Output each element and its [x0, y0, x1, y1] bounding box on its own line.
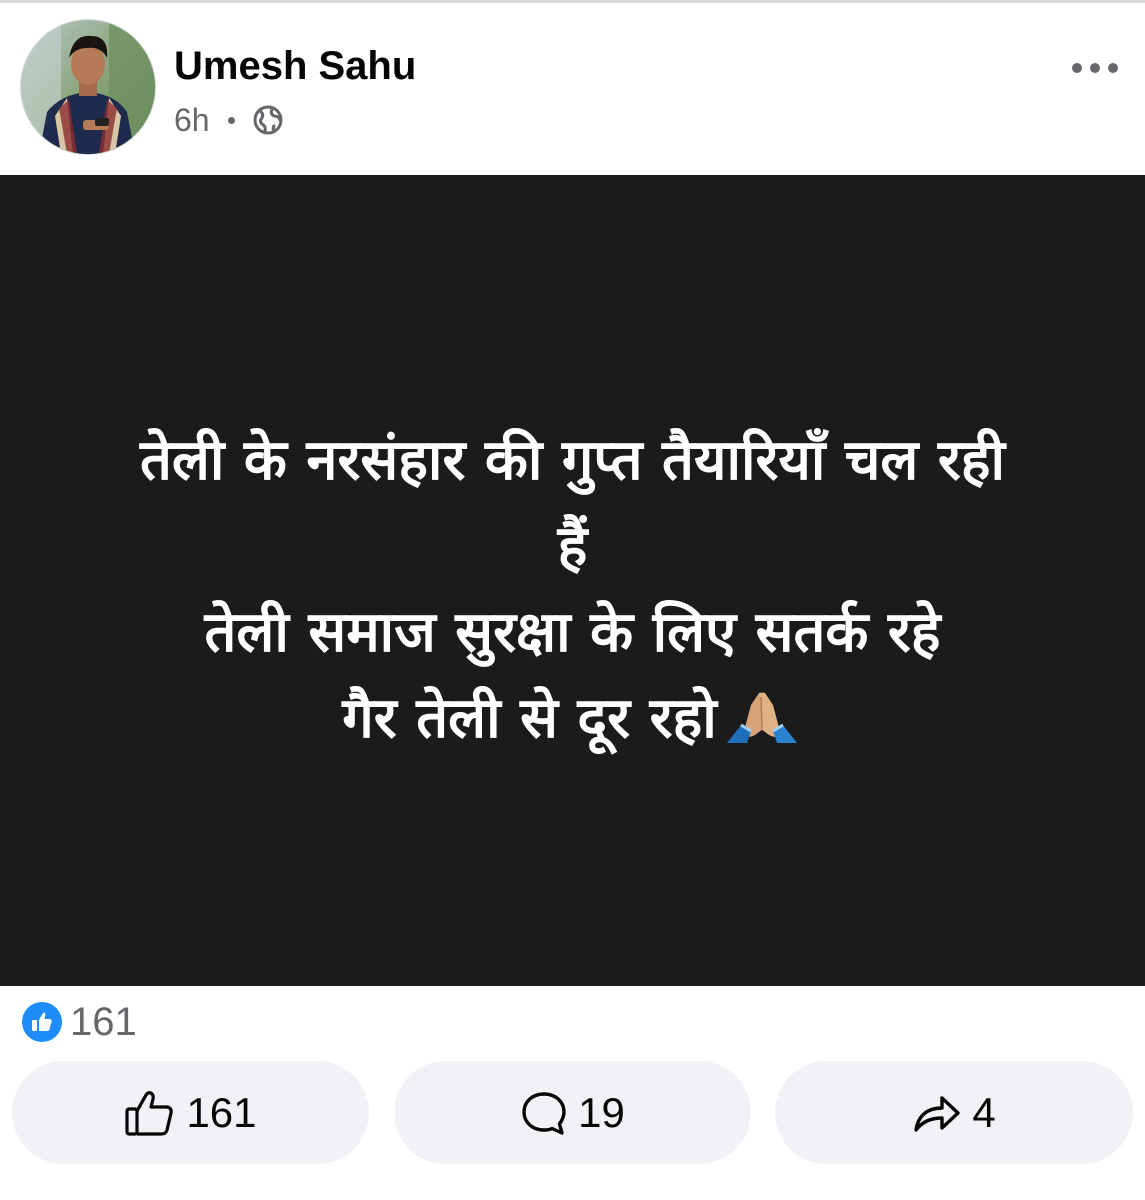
author-name[interactable]: Umesh Sahu — [174, 42, 416, 90]
post-timestamp[interactable]: 6h — [174, 98, 210, 142]
like-count: 161 — [186, 1088, 257, 1136]
post-meta: 6h — [174, 98, 284, 142]
like-button[interactable]: 161 — [12, 1061, 369, 1164]
post-text-card[interactable]: तेली के नरसंहार की गुप्त तैयारियाँ चल रह… — [0, 175, 1145, 986]
thumbs-up-icon — [125, 1090, 174, 1136]
share-count: 4 — [972, 1088, 996, 1136]
reaction-summary[interactable]: 161 — [22, 1000, 137, 1044]
share-arrow-icon — [914, 1095, 961, 1132]
post-text: तेली के नरसंहार की गुप्त तैयारियाँ चल रह… — [140, 418, 1005, 762]
post-text-line-last: गैर तेली से दूर रहो — [140, 676, 1005, 762]
more-dot — [1090, 63, 1100, 73]
comment-count: 19 — [578, 1088, 625, 1136]
comment-button[interactable]: 19 — [394, 1061, 751, 1164]
more-dot — [1072, 63, 1082, 73]
comment-icon — [522, 1091, 566, 1135]
globe-icon — [253, 105, 283, 135]
reaction-count: 161 — [70, 1000, 137, 1044]
post-text-line: तेली के नरसंहार की गुप्त तैयारियाँ चल रह… — [139, 427, 1006, 493]
author-avatar[interactable] — [21, 20, 155, 154]
share-button[interactable]: 4 — [775, 1061, 1133, 1164]
separator-dot — [227, 116, 235, 124]
more-options-icon[interactable] — [1060, 48, 1130, 88]
folded-hands-icon — [726, 692, 797, 743]
post-text-line: हैं — [557, 513, 588, 579]
like-badge-icon — [22, 1002, 62, 1042]
top-divider — [0, 0, 1145, 3]
more-dot — [1108, 63, 1118, 73]
post-text-line: गैर तेली से दूर रहो — [342, 685, 717, 751]
post-text-line: तेली समाज सुरक्षा के लिए सतर्क रहे — [204, 599, 941, 665]
